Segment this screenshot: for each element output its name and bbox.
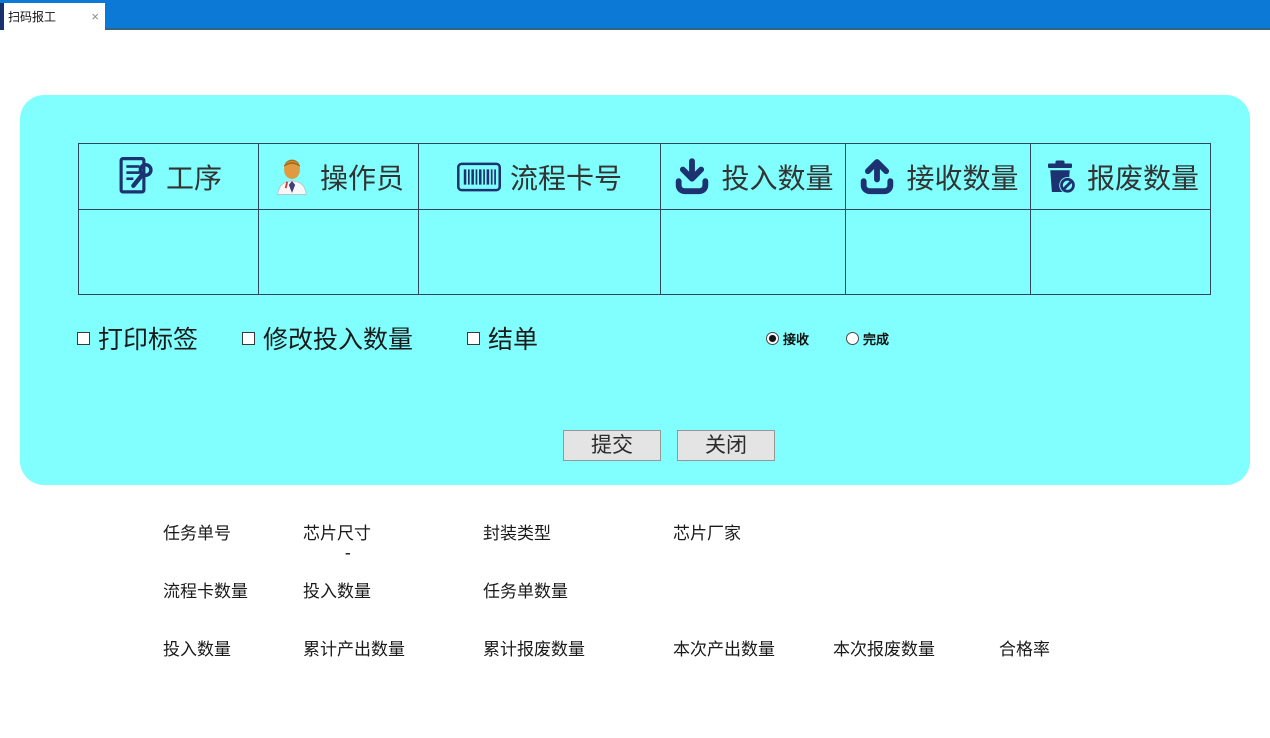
trash-no-icon bbox=[1042, 156, 1078, 198]
close-order-checkbox[interactable] bbox=[467, 332, 480, 345]
col-header-input-qty-label: 投入数量 bbox=[721, 157, 833, 197]
cell-scrap-qty bbox=[1031, 210, 1211, 295]
cell-process bbox=[79, 210, 259, 295]
submit-button[interactable]: 提交 bbox=[563, 430, 661, 461]
col-header-scrap-qty-label: 报废数量 bbox=[1087, 157, 1199, 197]
download-tray-icon bbox=[672, 157, 712, 197]
label-total-output-qty: 累计产出数量 bbox=[303, 635, 405, 660]
print-label-checkbox[interactable] bbox=[77, 332, 90, 345]
cell-receive-qty bbox=[846, 210, 1031, 295]
modify-input-qty-checkbox-label: 修改投入数量 bbox=[263, 320, 413, 356]
label-task-order-qty: 任务单数量 bbox=[483, 577, 568, 602]
col-header-operator: 操作员 bbox=[259, 144, 419, 210]
complete-radio-row[interactable]: 完成 bbox=[846, 330, 889, 346]
label-package-type: 封装类型 bbox=[483, 519, 551, 544]
col-header-receive-qty-label: 接收数量 bbox=[906, 157, 1018, 197]
label-this-scrap-qty: 本次报废数量 bbox=[833, 635, 935, 660]
col-header-process: 工序 bbox=[79, 144, 259, 210]
col-header-scrap-qty: 报废数量 bbox=[1031, 144, 1211, 210]
col-header-operator-label: 操作员 bbox=[320, 157, 404, 197]
close-order-checkbox-label: 结单 bbox=[488, 320, 538, 356]
complete-radio[interactable] bbox=[846, 332, 859, 345]
print-label-checkbox-row[interactable]: 打印标签 bbox=[77, 322, 198, 354]
upload-tray-icon bbox=[857, 157, 897, 197]
cell-input-qty bbox=[661, 210, 846, 295]
tab-title: 扫码报工 bbox=[8, 8, 56, 25]
label-this-output-qty: 本次产出数量 bbox=[673, 635, 775, 660]
complete-radio-label: 完成 bbox=[863, 329, 889, 348]
close-order-checkbox-row[interactable]: 结单 bbox=[467, 322, 538, 354]
receive-radio-label: 接收 bbox=[783, 329, 809, 348]
tab-close-icon[interactable]: × bbox=[91, 10, 99, 23]
modify-input-qty-checkbox-row[interactable]: 修改投入数量 bbox=[242, 322, 413, 354]
table-header-row: 工序 bbox=[79, 144, 1211, 210]
col-header-process-label: 工序 bbox=[166, 157, 222, 197]
receive-radio-row[interactable]: 接收 bbox=[766, 330, 809, 346]
tab-bar: 扫码报工 × bbox=[0, 0, 1270, 30]
table-row bbox=[79, 210, 1211, 295]
chip-size-dash: - bbox=[345, 543, 351, 563]
label-chip-size: 芯片尺寸 bbox=[303, 519, 371, 544]
cell-operator bbox=[259, 210, 419, 295]
browser-tab[interactable]: 扫码报工 × bbox=[0, 3, 105, 30]
work-report-table: 工序 bbox=[78, 143, 1211, 295]
label-card-qty: 流程卡数量 bbox=[163, 577, 248, 602]
screen: 扫码报工 × bbox=[0, 0, 1270, 738]
col-header-receive-qty: 接收数量 bbox=[846, 144, 1031, 210]
label-pass-rate: 合格率 bbox=[999, 635, 1050, 660]
operator-avatar-icon bbox=[273, 154, 311, 200]
col-header-card-no: 流程卡号 bbox=[419, 144, 661, 210]
close-button[interactable]: 关闭 bbox=[677, 430, 775, 461]
label-total-scrap-qty: 累计报废数量 bbox=[483, 635, 585, 660]
label-input-qty-3: 投入数量 bbox=[163, 635, 231, 660]
barcode-icon bbox=[457, 162, 501, 192]
tab-accent-stripe bbox=[0, 3, 4, 30]
label-input-qty-2: 投入数量 bbox=[303, 577, 371, 602]
print-label-checkbox-label: 打印标签 bbox=[98, 320, 198, 356]
process-document-wrench-icon bbox=[115, 154, 157, 200]
col-header-card-no-label: 流程卡号 bbox=[510, 157, 622, 197]
modify-input-qty-checkbox[interactable] bbox=[242, 332, 255, 345]
col-header-input-qty: 投入数量 bbox=[661, 144, 846, 210]
receive-radio[interactable] bbox=[766, 332, 779, 345]
label-task-order-no: 任务单号 bbox=[163, 519, 231, 544]
cell-card-no bbox=[419, 210, 661, 295]
label-chip-maker: 芯片厂家 bbox=[673, 519, 741, 544]
